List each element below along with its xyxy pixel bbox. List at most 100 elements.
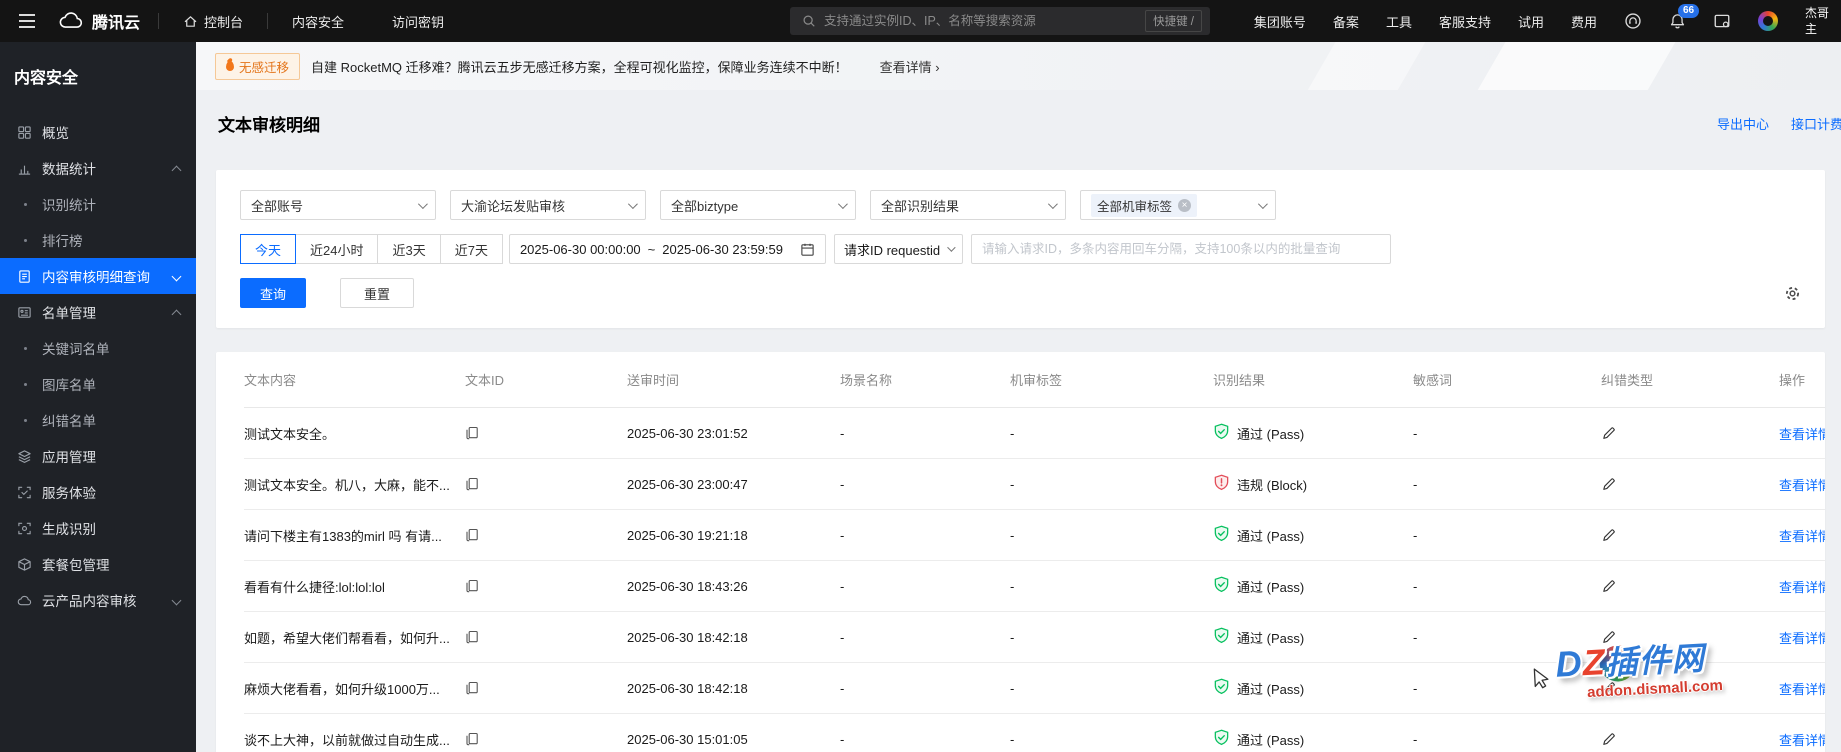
quick-range-group: 今天 近24小时 近3天 近7天 [240, 234, 503, 264]
view-detail-link[interactable]: 查看详情 [1779, 580, 1825, 595]
page-header-links: 导出中心 接口计费说明 [1717, 90, 1841, 156]
view-detail-link[interactable]: 查看详情 [1779, 478, 1825, 493]
cell-actions: 查看详情 [1779, 577, 1825, 596]
sidebar-item-list-management[interactable]: 名单管理 [0, 294, 196, 330]
range-7d-button[interactable]: 近7天 [439, 234, 503, 264]
sidebar-item-overview[interactable]: 概览 [0, 114, 196, 150]
cell-scene-name: - [840, 629, 845, 645]
cell-scene-name: - [840, 731, 845, 747]
export-center-link[interactable]: 导出中心 [1717, 114, 1769, 133]
correction-edit-pencil-icon[interactable] [1601, 732, 1779, 747]
biztype-select[interactable]: 全部biztype [660, 190, 856, 220]
copy-text-id-icon[interactable] [465, 732, 627, 746]
sidebar-item-keyword-list[interactable]: 关键词名单 [0, 330, 196, 366]
menu-support[interactable]: 客服支持 [1439, 12, 1491, 31]
cell-result: 通过 (Pass) [1213, 678, 1413, 698]
request-id-type-value: 请求ID requestid [843, 242, 941, 258]
sidebar-item-correction-list[interactable]: 纠错名单 [0, 402, 196, 438]
console-settings-icon[interactable] [1713, 12, 1731, 30]
overview-grid-icon [16, 124, 32, 140]
nav-content-security[interactable]: 内容安全 [268, 0, 368, 42]
menu-group-account[interactable]: 集团账号 [1254, 12, 1306, 31]
copy-text-id-icon[interactable] [465, 681, 627, 695]
cell-machine-label: - [1010, 680, 1015, 696]
cell-submit-time: 2025-06-30 15:01:05 [627, 731, 748, 747]
range-today-button[interactable]: 今天 [240, 234, 297, 264]
banner-detail-link[interactable]: 查看详情 › [880, 57, 940, 76]
result-text: 通过 (Pass) [1237, 630, 1305, 646]
range-24h-button[interactable]: 近24小时 [295, 234, 379, 264]
range-3d-button[interactable]: 近3天 [377, 234, 441, 264]
cell-text-content: 看看有什么捷径:lol:lol:lol [244, 579, 385, 595]
date-range-picker[interactable]: 2025-06-30 00:00:00 ~ 2025-06-30 23:59:5… [508, 234, 826, 264]
chevron-down-icon [171, 271, 182, 282]
hamburger-menu-icon[interactable] [0, 0, 54, 42]
user-name-line2: 主 [1805, 22, 1818, 36]
sidebar-item-app-management[interactable]: 应用管理 [0, 438, 196, 474]
nav-content-security-label: 内容安全 [292, 14, 345, 30]
view-detail-link[interactable]: 查看详情 [1779, 733, 1825, 748]
sidebar-item-image-library-list[interactable]: 图库名单 [0, 366, 196, 402]
sidebar-item-recognition-stats[interactable]: 识别统计 [0, 186, 196, 222]
banner-tag-label: 无感迁移 [239, 60, 290, 75]
scene-select[interactable]: 大渝论坛发贴审核 [450, 190, 646, 220]
user-name[interactable]: 杰哥 主 [1805, 5, 1839, 37]
nav-access-key[interactable]: 访问密钥 [368, 0, 468, 42]
sidebar-item-label: 云产品内容审核 [42, 594, 137, 609]
copy-text-id-icon[interactable] [465, 426, 627, 440]
clear-tag-icon[interactable]: × [1178, 198, 1192, 212]
sidebar-item-package-management[interactable]: 套餐包管理 [0, 546, 196, 582]
nav-access-key-label: 访问密钥 [392, 14, 445, 30]
sidebar-item-audit-detail-query[interactable]: 内容审核明细查询 [0, 258, 196, 294]
sidebar-item-data-stats[interactable]: 数据统计 [0, 150, 196, 186]
global-search-box[interactable]: 快捷键 / [790, 7, 1210, 35]
request-id-type-select[interactable]: 请求ID requestid [833, 234, 963, 264]
tencent-cloud-logo[interactable]: 腾讯云 [54, 9, 158, 33]
filter-panel: 全部账号 大渝论坛发贴审核 全部biztype 全部识别结果 全部机审标签 × … [216, 170, 1825, 328]
notification-bell-icon[interactable]: 66 [1669, 3, 1700, 30]
calendar-icon [800, 242, 815, 257]
cell-actions: 查看详情 [1779, 730, 1825, 749]
query-button[interactable]: 查询 [240, 278, 306, 308]
correction-edit-pencil-icon[interactable] [1601, 426, 1779, 441]
bullet-dot [24, 383, 27, 386]
menu-icp[interactable]: 备案 [1333, 12, 1359, 31]
cell-text-content: 测试文本安全。机八，大麻，能不... [244, 477, 450, 493]
billing-doc-link[interactable]: 接口计费说明 [1791, 114, 1841, 133]
account-select[interactable]: 全部账号 [240, 190, 436, 220]
notification-count-badge: 66 [1678, 3, 1700, 18]
menu-trial[interactable]: 试用 [1518, 12, 1544, 31]
user-avatar[interactable] [1758, 11, 1778, 31]
reset-button[interactable]: 重置 [340, 278, 414, 308]
result-select[interactable]: 全部识别结果 [870, 190, 1066, 220]
correction-edit-pencil-icon[interactable] [1601, 477, 1779, 492]
request-id-input[interactable] [970, 234, 1391, 264]
cell-text-content: 谈不上大神，以前就做过自动生成... [244, 732, 450, 748]
nav-console[interactable]: 控制台 [159, 0, 267, 42]
sidebar-item-service-experience[interactable]: 服务体验 [0, 474, 196, 510]
column-settings-gear-icon[interactable] [1784, 285, 1801, 302]
sidebar-item-cloud-product-audit[interactable]: 云产品内容审核 [0, 582, 196, 618]
cell-result: 通过 (Pass) [1213, 627, 1413, 647]
correction-edit-pencil-icon[interactable] [1601, 528, 1779, 543]
chevron-down-icon [417, 198, 428, 209]
cell-submit-time: 2025-06-30 23:00:47 [627, 476, 748, 492]
menu-tools[interactable]: 工具 [1386, 12, 1412, 31]
correction-edit-pencil-icon[interactable] [1601, 579, 1779, 594]
account-select-value: 全部账号 [251, 198, 304, 214]
copy-text-id-icon[interactable] [465, 579, 627, 593]
result-text: 通过 (Pass) [1237, 528, 1305, 544]
copy-text-id-icon[interactable] [465, 528, 627, 542]
view-detail-link[interactable]: 查看详情 [1779, 427, 1825, 442]
service-headset-icon[interactable] [1624, 12, 1642, 30]
sidebar-item-ranking[interactable]: 排行榜 [0, 222, 196, 258]
view-detail-link[interactable]: 查看详情 [1779, 529, 1825, 544]
copy-text-id-icon[interactable] [465, 477, 627, 491]
copy-text-id-icon[interactable] [465, 630, 627, 644]
sidebar-item-generation-recognition[interactable]: 生成识别 [0, 510, 196, 546]
menu-billing[interactable]: 费用 [1571, 12, 1597, 31]
machine-label-select[interactable]: 全部机审标签 × [1080, 190, 1276, 220]
user-name-line1: 杰哥 [1805, 5, 1830, 20]
search-input[interactable] [824, 14, 1138, 28]
cell-scene-name: - [840, 476, 845, 492]
